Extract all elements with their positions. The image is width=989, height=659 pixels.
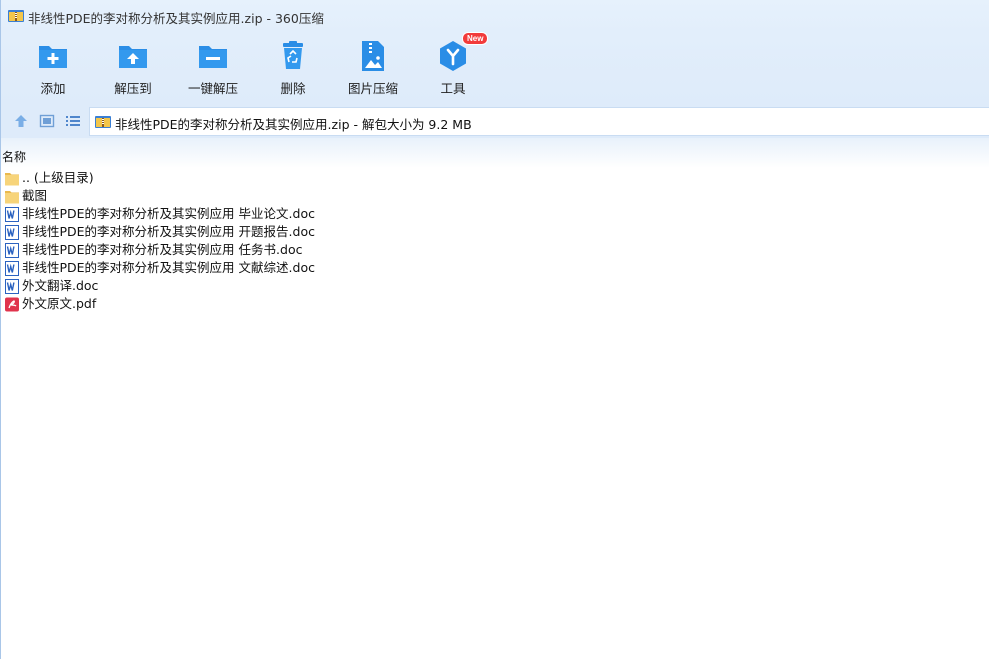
list-item-parent-dir[interactable]: .. (上级目录) [1,169,989,187]
file-name: .. (上级目录) [22,170,94,185]
tools-label: 工具 [440,81,466,96]
one-click-extract-label: 一键解压 [187,81,238,96]
folder-oneclick-extract-icon [199,46,227,68]
file-name: 非线性PDE的李对称分析及其实例应用 开题报告.doc [22,224,315,239]
new-badge: New [462,32,489,45]
add-button[interactable]: 添加 [18,33,88,103]
file-rows: .. (上级目录) 截图 非线性PDE的李对称分析及其实例应用 毕业论文.doc [1,169,989,313]
list-item-folder[interactable]: 截图 [1,187,989,205]
word-document-icon [5,279,19,294]
file-name: 外文翻译.doc [22,278,99,293]
toolbar: 添加 解压到 一键解压 删除 图片压缩 New 工具 [1,32,989,106]
file-name: 非线性PDE的李对称分析及其实例应用 毕业论文.doc [22,206,315,221]
image-compress-button[interactable]: 图片压缩 [338,33,408,103]
list-item-doc[interactable]: 非线性PDE的李对称分析及其实例应用 开题报告.doc [1,223,989,241]
folder-extract-icon [119,46,147,68]
window-title: 非线性PDE的李对称分析及其实例应用.zip - 360压缩 [28,11,324,26]
up-arrow-icon[interactable] [13,113,29,129]
one-click-extract-button[interactable]: 一键解压 [178,33,248,103]
zip-archive-icon [8,10,24,22]
list-item-doc[interactable]: 非线性PDE的李对称分析及其实例应用 文献综述.doc [1,259,989,277]
navigation-bar: 非线性PDE的李对称分析及其实例应用.zip - 解包大小为 9.2 MB [1,106,989,138]
extract-to-button[interactable]: 解压到 [98,33,168,103]
folder-icon [5,191,19,204]
tools-button[interactable]: New 工具 [418,32,489,103]
list-item-doc[interactable]: 非线性PDE的李对称分析及其实例应用 任务书.doc [1,241,989,259]
app-window: 非线性PDE的李对称分析及其实例应用.zip - 360压缩 添加 解压到 一键… [0,0,989,659]
word-document-icon [5,207,19,222]
pdf-document-icon [5,297,19,312]
list-view-icon[interactable] [65,113,81,129]
add-label: 添加 [40,81,66,96]
thumbnail-view-icon[interactable] [39,113,55,129]
file-name: 非线性PDE的李对称分析及其实例应用 任务书.doc [22,242,303,257]
tools-cube-icon [440,41,466,71]
path-address-bar[interactable]: 非线性PDE的李对称分析及其实例应用.zip - 解包大小为 9.2 MB [89,107,989,136]
word-document-icon [5,225,19,240]
folder-add-icon [39,46,67,68]
recycle-bin-icon [283,41,303,69]
delete-label: 删除 [280,81,306,96]
file-name: 外文原文.pdf [22,296,97,311]
column-header-name[interactable]: 名称 [2,148,26,165]
list-item-pdf[interactable]: 外文原文.pdf [1,295,989,313]
file-name: 非线性PDE的李对称分析及其实例应用 文献综述.doc [22,260,315,275]
word-document-icon [5,243,19,258]
zip-archive-icon [95,116,111,128]
file-list: 名称 .. (上级目录) 截图 非线性PDE的李对称分析及其实例应用 毕业论文.… [1,138,989,659]
extract-to-label: 解压到 [114,81,152,96]
word-document-icon [5,261,19,276]
title-bar[interactable]: 非线性PDE的李对称分析及其实例应用.zip - 360压缩 [1,0,989,33]
list-item-doc[interactable]: 非线性PDE的李对称分析及其实例应用 毕业论文.doc [1,205,989,223]
path-text: 非线性PDE的李对称分析及其实例应用.zip - 解包大小为 9.2 MB [115,117,472,132]
list-item-doc[interactable]: 外文翻译.doc [1,277,989,295]
folder-icon [5,173,19,186]
file-name: 截图 [22,188,48,203]
image-compress-icon [362,41,384,71]
image-compress-label: 图片压缩 [347,81,398,96]
delete-button[interactable]: 删除 [258,33,328,103]
